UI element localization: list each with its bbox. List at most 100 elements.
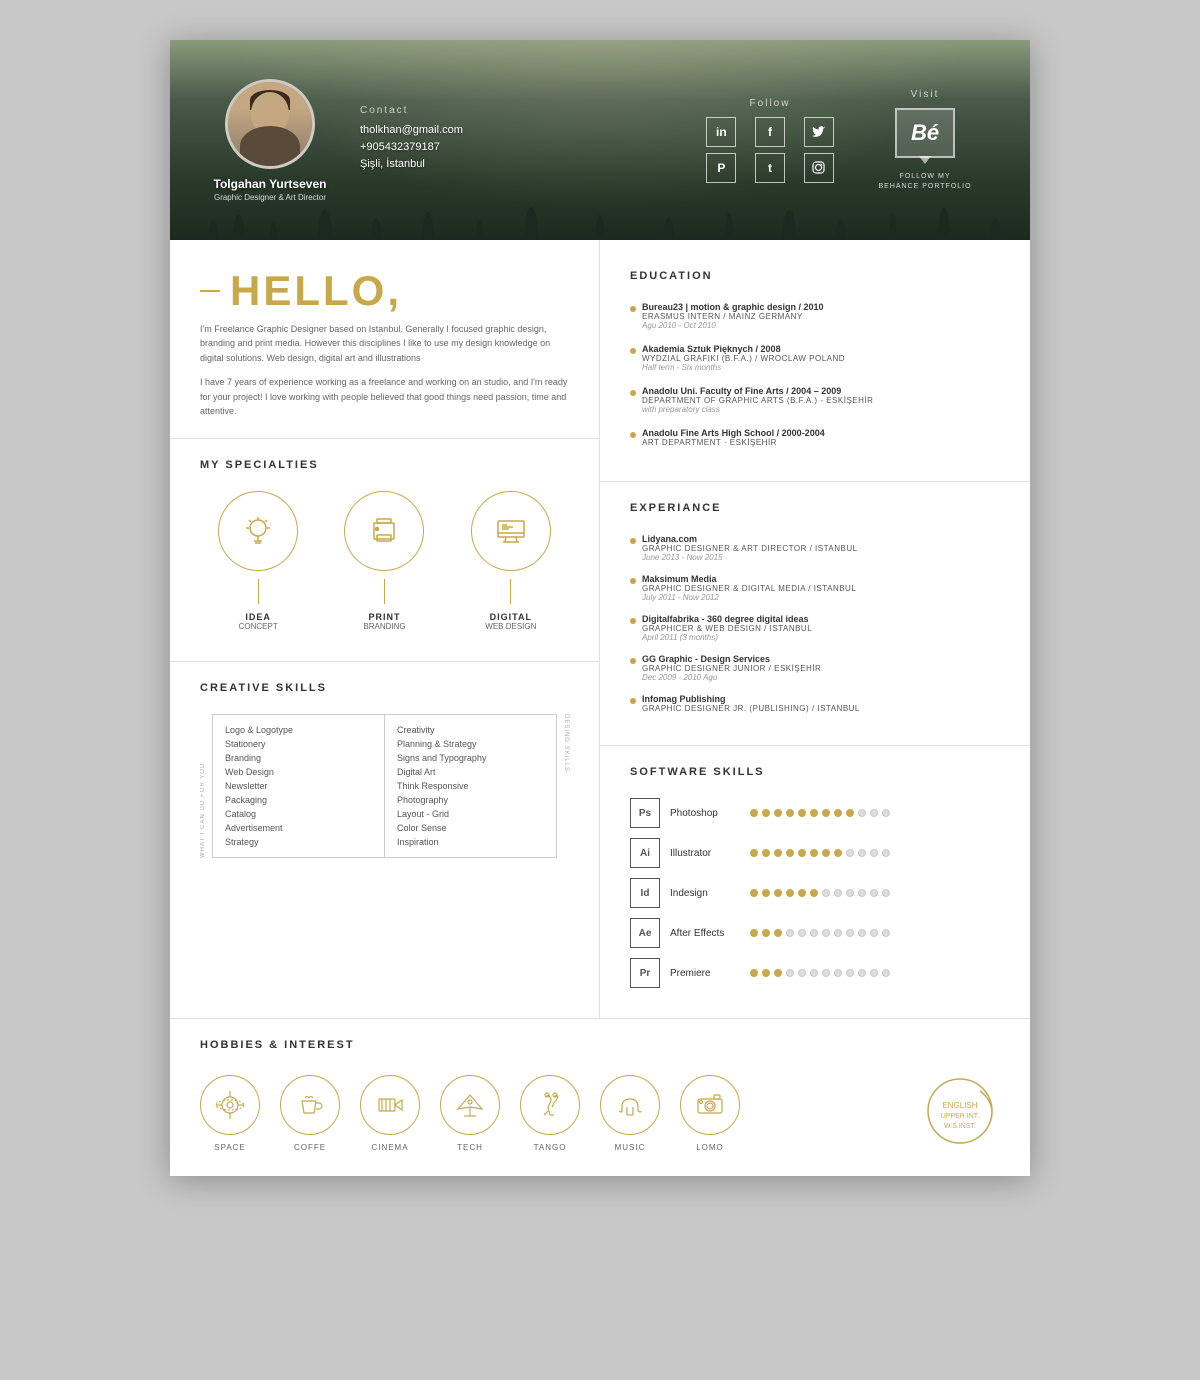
hello-accent: HELLO, <box>200 270 569 312</box>
skill-creativity: Creativity <box>397 723 544 737</box>
dot <box>750 809 758 817</box>
main-two-col: HELLO, I'm Freelance Graphic Designer ba… <box>170 240 1030 1018</box>
idea-circle <box>218 491 298 571</box>
dot <box>750 929 758 937</box>
dot <box>786 849 794 857</box>
music-circle <box>600 1075 660 1135</box>
person-name: Tolgahan Yurtseven <box>214 177 327 191</box>
header-section: Tolgahan Yurtseven Graphic Designer & Ar… <box>170 40 1030 240</box>
twitter-icon[interactable] <box>804 117 834 147</box>
skills-left-col: Logo & Logotype Stationery Branding Web … <box>212 714 385 858</box>
pr-icon: Pr <box>630 958 660 988</box>
dot <box>762 969 770 977</box>
skill-webdesign: Web Design <box>225 765 372 779</box>
edu-dot-2 <box>630 348 636 354</box>
exp-item-5: Infomag Publishing GRAPHIC DESIGNER JR. … <box>630 694 1000 713</box>
avatar-section: Tolgahan Yurtseven Graphic Designer & Ar… <box>200 79 340 202</box>
ae-dots <box>750 929 890 937</box>
skill-photography: Photography <box>397 793 544 807</box>
lomo-label: LOMO <box>696 1143 724 1152</box>
exp-role-5: GRAPHIC DESIGNER JR. (PUBLISHING) / ISTA… <box>642 704 1000 713</box>
behance-icon[interactable]: Bé <box>895 108 955 158</box>
edu-subtitle-3: DEPARTMENT OF GRAPHIC ARTS (B.F.A.) - ES… <box>642 396 1000 405</box>
dot <box>870 929 878 937</box>
edu-subtitle-2: WYDZIAL GRAFIKI (B.F.A.) / WROCLAW POLAN… <box>642 354 1000 363</box>
facebook-icon[interactable]: f <box>755 117 785 147</box>
exp-date-2: July 2011 - Now 2012 <box>642 593 1000 602</box>
edu-item-2: Akademia Sztuk Pięknych / 2008 WYDZIAL G… <box>630 344 1000 372</box>
cinema-circle <box>360 1075 420 1135</box>
id-name: Indesign <box>670 888 750 899</box>
edu-title-4: Anadolu Fine Arts High School / 2000-200… <box>642 428 1000 438</box>
space-label: SPACE <box>214 1143 246 1152</box>
lang-circle-svg: ENGLISH UPPER INT. W.S.INST. <box>920 1071 1000 1151</box>
hobby-lomo: LOMO <box>680 1075 740 1152</box>
sw-illustrator: Ai Illustrator <box>630 838 1000 868</box>
dot <box>846 849 854 857</box>
visit-label: Visit <box>911 89 940 100</box>
dot <box>786 969 794 977</box>
dot <box>810 889 818 897</box>
instagram-icon[interactable] <box>804 153 834 183</box>
exp-date-1: June 2013 - Now 2015 <box>642 553 1000 562</box>
idea-line <box>258 579 259 604</box>
dot <box>870 969 878 977</box>
skills-right-label: DESING SKILLS <box>563 714 569 858</box>
edu-item-4: Anadolu Fine Arts High School / 2000-200… <box>630 428 1000 447</box>
linkedin-icon[interactable]: in <box>706 117 736 147</box>
follow-section: Follow in f P t <box>690 98 850 183</box>
ai-name: Illustrator <box>670 848 750 859</box>
hello-bio2: I have 7 years of experience working as … <box>200 375 569 418</box>
edu-subtitle-1: ERASMUS INTERN / MAINZ GERMANY <box>642 312 1000 321</box>
exp-company-1: Lidyana.com <box>642 534 1000 544</box>
skill-signs: Signs and Typography <box>397 751 544 765</box>
dot <box>858 849 866 857</box>
exp-item-2: Maksimum Media GRAPHIC DESIGNER & DIGITA… <box>630 574 1000 602</box>
exp-item-1: Lidyana.com GRAPHIC DESIGNER & ART DIREC… <box>630 534 1000 562</box>
dot <box>762 889 770 897</box>
hobbies-icons-row: SPACE COFFE <box>200 1071 1000 1156</box>
tumblr-icon[interactable]: t <box>755 153 785 183</box>
dot <box>762 929 770 937</box>
idea-name: IDEA <box>245 612 271 622</box>
skill-planning: Planning & Strategy <box>397 737 544 751</box>
pinterest-icon[interactable]: P <box>706 153 736 183</box>
dot <box>822 809 830 817</box>
cinema-label: CINEMA <box>371 1143 408 1152</box>
exp-date-3: April 2011 (3 months) <box>642 633 1000 642</box>
sw-indesign: Id Indesign <box>630 878 1000 908</box>
dot <box>846 809 854 817</box>
tango-circle <box>520 1075 580 1135</box>
exp-company-2: Maksimum Media <box>642 574 1000 584</box>
exp-dot-3 <box>630 618 636 624</box>
print-circle <box>344 491 424 571</box>
dot <box>834 849 842 857</box>
email: tholkhan@gmail.com <box>360 124 690 136</box>
sw-photoshop: Ps Photoshop <box>630 798 1000 828</box>
dot <box>750 849 758 857</box>
skill-responsive: Think Responsive <box>397 779 544 793</box>
print-sub: BRANDING <box>363 622 405 631</box>
software-skills-section: SOFTWARE SKILLS Ps Photoshop <box>600 746 1030 1018</box>
edu-dot-3 <box>630 390 636 396</box>
skill-catalog: Catalog <box>225 807 372 821</box>
lang-wrapper: ENGLISH UPPER INT. W.S.INST. <box>920 1071 1000 1156</box>
dot <box>834 809 842 817</box>
avatar-body <box>240 126 300 166</box>
dot <box>882 929 890 937</box>
edu-dot-1 <box>630 306 636 312</box>
sw-aftereffects: Ae After Effects <box>630 918 1000 948</box>
edu-subtitle-4: ART DEPARTMENT · ESKİŞEHİR <box>642 438 1000 447</box>
skills-left-label: WHAT I CAN DO FOR YOU <box>200 714 206 858</box>
creative-skills-title: CREATIVE SKILLS <box>200 682 569 694</box>
education-title: EDUCATION <box>630 270 1000 282</box>
edu-title-3: Anadolu Uni. Faculty of Fine Arts / 2004… <box>642 386 1000 396</box>
dot <box>798 809 806 817</box>
specialty-icons-grid: IDEA CONCEPT <box>200 491 569 631</box>
dot <box>774 849 782 857</box>
dot <box>810 809 818 817</box>
follow-label: Follow <box>700 98 840 109</box>
hobbies-section: HOBBIES & INTEREST SPACE <box>170 1018 1030 1176</box>
skill-packaging: Packaging <box>225 793 372 807</box>
exp-dot-5 <box>630 698 636 704</box>
